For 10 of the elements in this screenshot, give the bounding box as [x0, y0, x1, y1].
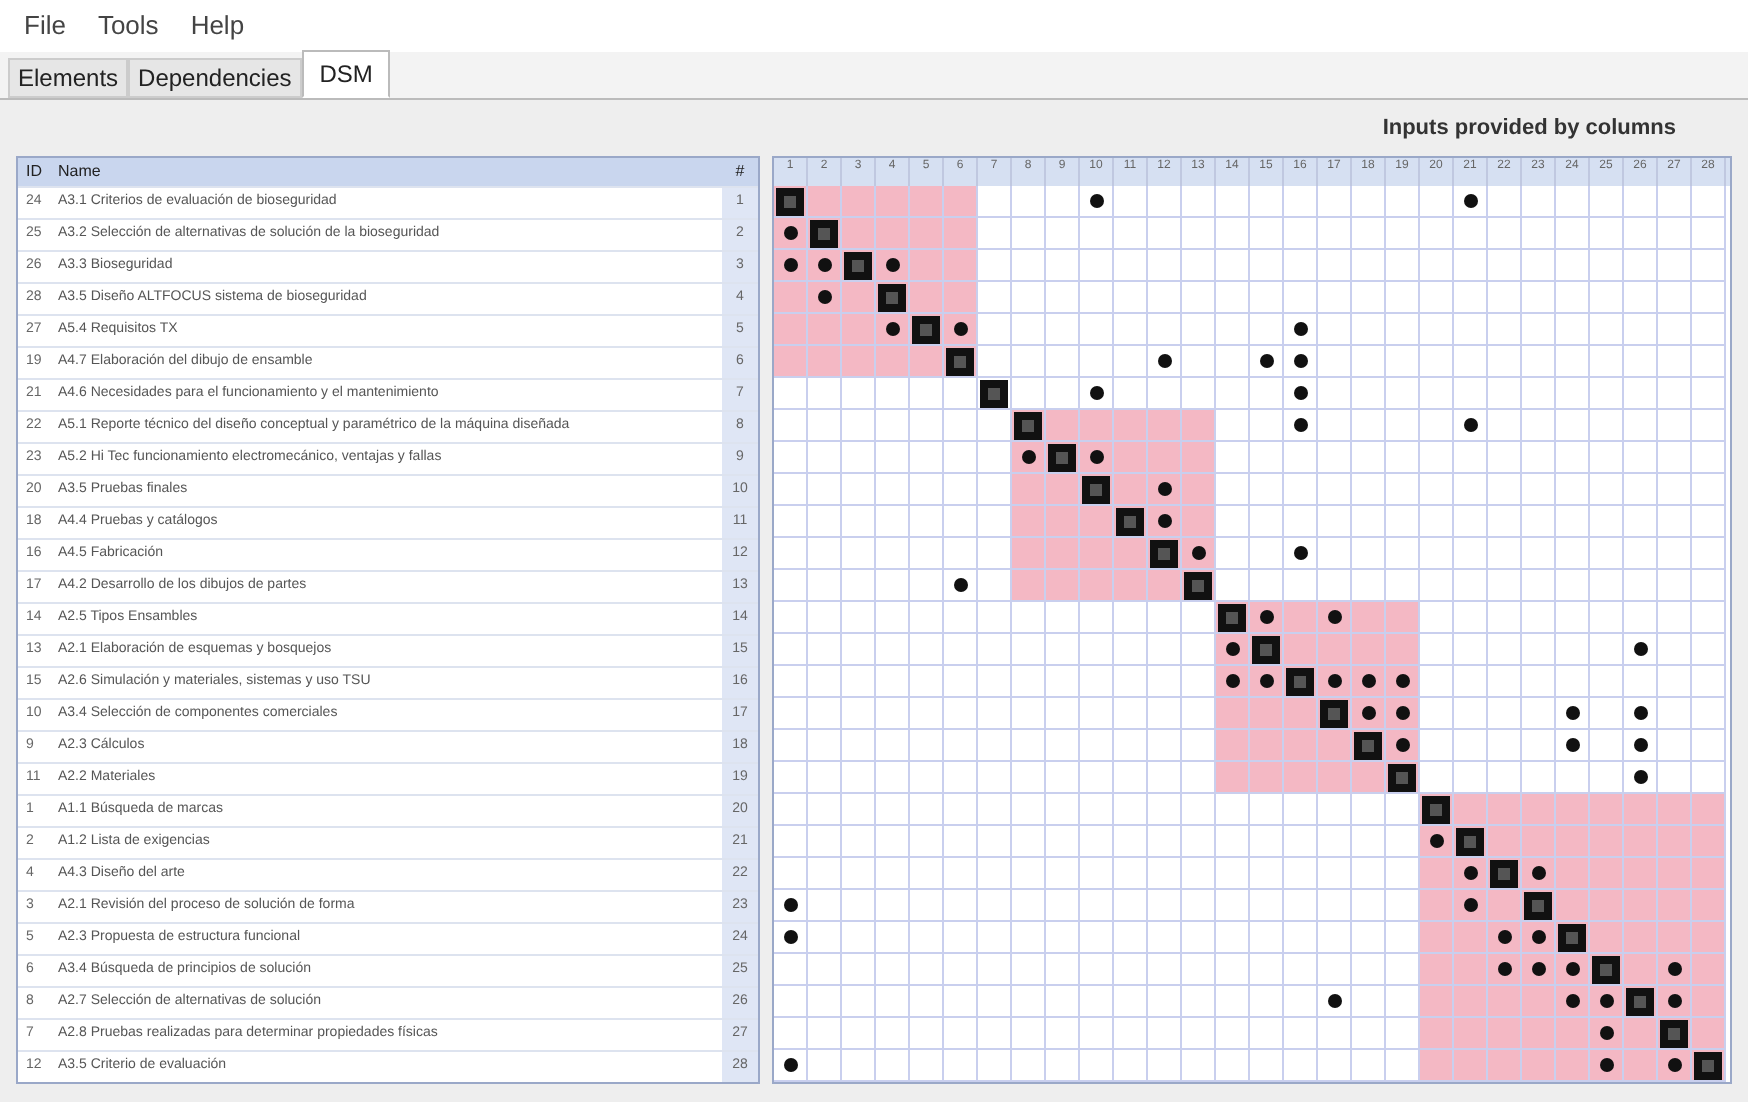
- tab[interactable]: DSM: [301, 50, 391, 98]
- column-header: Name: [58, 160, 103, 184]
- menu-item[interactable]: Help: [190, 6, 245, 46]
- menu-item[interactable]: File: [24, 6, 66, 46]
- tab[interactable]: Elements: [8, 58, 129, 98]
- column-header: #: [733, 160, 747, 184]
- matrix-caption: Inputs provided by columns: [1382, 113, 1676, 144]
- column-header: ID: [24, 160, 44, 184]
- menu-item[interactable]: Tools: [97, 6, 159, 46]
- tab[interactable]: Dependencies: [128, 58, 302, 98]
